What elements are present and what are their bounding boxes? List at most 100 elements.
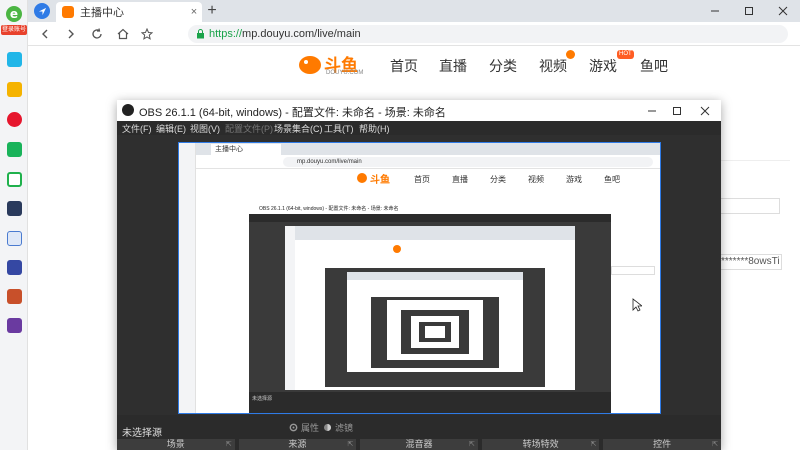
dock-scenes[interactable]: 场景 ⇱	[117, 439, 235, 450]
menu-tools[interactable]: 工具(T)	[324, 122, 354, 135]
capture-obs-menubar	[249, 214, 611, 222]
menu-file[interactable]: 文件(F)	[122, 122, 152, 135]
dock-sources[interactable]: 来源 ⇱	[238, 439, 357, 450]
maximize-button[interactable]	[732, 0, 766, 22]
navigation-icon[interactable]	[34, 3, 50, 19]
browser-logo-icon[interactable]: e	[4, 4, 24, 24]
text-input[interactable]	[718, 198, 780, 214]
capture-nav-item: 首页	[414, 175, 430, 184]
capture-nav: 首页 直播 分类 视频 游戏 鱼吧	[414, 174, 620, 185]
menu-help[interactable]: 帮助(H)	[359, 122, 390, 135]
capture-sidebar	[179, 143, 196, 413]
weibo-icon[interactable]	[7, 112, 22, 127]
cloud-icon[interactable]	[7, 172, 22, 187]
game-app-icon[interactable]	[7, 289, 22, 304]
capture-l5-toolbar	[347, 272, 523, 280]
capture-level-3	[285, 226, 575, 390]
dock-controls-label: 控件	[653, 439, 672, 449]
capture-l3-sidebar	[285, 226, 295, 390]
capture-l3-toolbar	[285, 226, 575, 240]
address-url: https://mp.douyu.com/live/main	[209, 28, 361, 40]
obs-menubar: 文件(F) 编辑(E) 视图(V) 配置文件(P) 场景集合(C) 工具(T) …	[117, 121, 721, 135]
dock-pin-icon[interactable]: ⇱	[469, 439, 475, 450]
capture-level-6	[371, 292, 499, 368]
capture-level-9	[411, 316, 459, 348]
forward-button[interactable]	[62, 25, 80, 43]
obs-logo-icon	[122, 104, 134, 116]
filters-label: 滤镜	[335, 423, 354, 433]
new-tab-button[interactable]: +	[204, 2, 220, 20]
capture-obs-bottom: 未选择源	[249, 392, 611, 413]
obs-titlebar[interactable]: OBS 26.1.1 (64-bit, windows) - 配置文件: 未命名…	[117, 100, 721, 121]
capture-level-7	[387, 300, 483, 360]
capture-level-4	[325, 262, 545, 387]
nav-live[interactable]: 直播	[439, 56, 467, 76]
capture-douyu-logo	[357, 173, 367, 183]
game-app-icon[interactable]	[7, 318, 22, 333]
bookmark-star-icon[interactable]	[138, 25, 156, 43]
sidebar-app-icon[interactable]	[7, 52, 22, 67]
game-app-icon[interactable]	[7, 201, 22, 216]
svg-text:e: e	[10, 7, 18, 21]
capture-level-2: OBS 26.1.1 (64-bit, windows) - 配置文件: 未命名…	[249, 204, 611, 413]
capture-l6-titlebar	[371, 292, 499, 297]
document-icon[interactable]	[7, 231, 22, 246]
login-button[interactable]: 登录账号	[1, 25, 27, 35]
mail-icon[interactable]	[7, 142, 22, 157]
nav-fishbar[interactable]: 鱼吧	[640, 56, 668, 76]
obs-close-button[interactable]	[700, 106, 710, 116]
capture-l3-logo	[393, 245, 401, 253]
menu-edit[interactable]: 编辑(E)	[156, 122, 186, 135]
dock-pin-icon[interactable]: ⇱	[591, 439, 597, 450]
douyu-logo-sub: DOUYU.COM	[326, 70, 364, 76]
nav-games[interactable]: 游戏	[589, 56, 617, 76]
address-bar[interactable]: https://mp.douyu.com/live/main	[188, 25, 788, 43]
capture-level-1: 主播中心 mp.douyu.com/live/main 斗鱼 首页 直播 分类 …	[178, 142, 661, 414]
gear-icon	[289, 423, 298, 432]
douyu-favicon-icon	[62, 6, 74, 18]
nav-home[interactable]: 首页	[390, 56, 418, 76]
back-button[interactable]	[36, 25, 54, 43]
home-button[interactable]	[114, 25, 132, 43]
dock-pin-icon[interactable]: ⇱	[712, 439, 718, 450]
capture-obs-titlebar: OBS 26.1.1 (64-bit, windows) - 配置文件: 未命名…	[249, 204, 611, 214]
minimize-button[interactable]	[698, 0, 732, 22]
obs-maximize-button[interactable]	[672, 106, 682, 116]
capture-nav-item: 鱼吧	[604, 175, 620, 184]
dock-pin-icon[interactable]: ⇱	[347, 439, 353, 450]
dock-transitions[interactable]: 转场特效 ⇱	[481, 439, 600, 450]
menu-scene-collection[interactable]: 场景集合(C)	[274, 122, 323, 135]
properties-button[interactable]: 属性	[289, 421, 319, 434]
window-controls	[698, 0, 800, 22]
capture-right-field	[611, 266, 655, 275]
filters-button[interactable]: 滤镜	[323, 421, 353, 434]
tab-close-button[interactable]: ×	[186, 6, 202, 18]
hot-badge: HOT	[617, 50, 634, 59]
capture-level-5	[347, 272, 523, 372]
menu-view[interactable]: 视图(V)	[190, 122, 220, 135]
refresh-button[interactable]	[88, 25, 106, 43]
nav-video[interactable]: 视频	[539, 56, 567, 76]
favorites-icon[interactable]	[7, 82, 22, 97]
screen: e 登录账号 主播中心 × + https://mp.douyu.com/liv…	[0, 0, 800, 450]
menu-profile[interactable]: 配置文件(P)	[225, 122, 273, 135]
douyu-logo[interactable]: 斗鱼 DOUYU.COM	[296, 50, 382, 78]
capture-level-10	[419, 322, 451, 342]
stream-key-field[interactable]: *******8owsTi	[718, 254, 782, 270]
filter-icon	[324, 424, 331, 431]
capture-address-bar: mp.douyu.com/live/main	[283, 157, 653, 167]
no-source-label: 未选择源	[122, 428, 162, 439]
close-window-button[interactable]	[766, 0, 800, 22]
dock-pin-icon[interactable]: ⇱	[226, 439, 232, 450]
obs-preview[interactable]: 主播中心 mp.douyu.com/live/main 斗鱼 首页 直播 分类 …	[117, 135, 721, 415]
obs-title: OBS 26.1.1 (64-bit, windows) - 配置文件: 未命名…	[139, 107, 446, 119]
tab-active[interactable]: 主播中心 ×	[56, 2, 202, 22]
dock-mixer[interactable]: 混音器 ⇱	[360, 439, 478, 450]
dock-controls[interactable]: 控件 ⇱	[603, 439, 721, 450]
nav-category[interactable]: 分类	[489, 56, 517, 76]
capture-tab: 主播中心	[211, 144, 281, 155]
obs-minimize-button[interactable]	[647, 106, 657, 116]
game-app-icon[interactable]	[7, 260, 22, 275]
video-flame-icon	[566, 50, 575, 59]
lock-icon	[197, 29, 204, 39]
